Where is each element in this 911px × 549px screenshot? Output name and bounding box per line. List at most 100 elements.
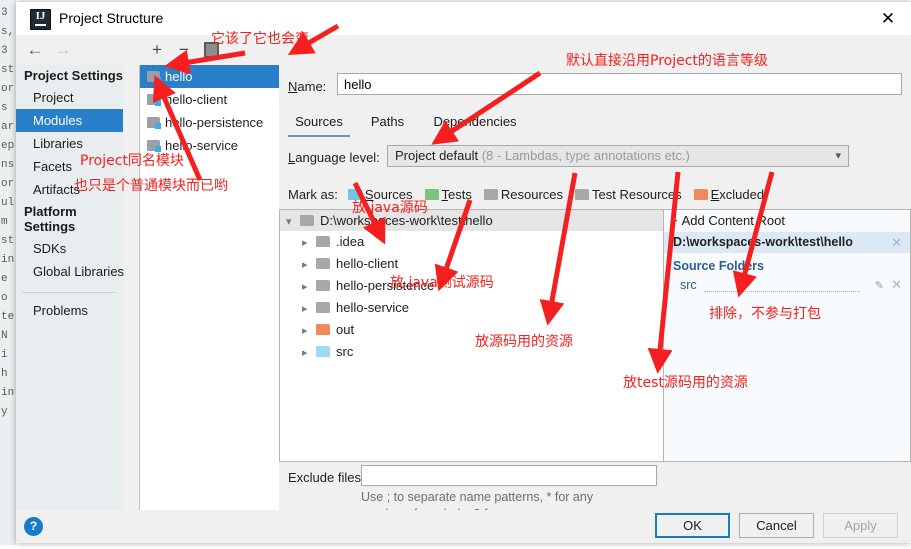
chevron-right-icon[interactable]: ▸ — [302, 298, 316, 320]
source-folder-row[interactable]: src ✎ ✕ — [664, 275, 910, 295]
section-header-project-settings: Project Settings — [24, 68, 123, 83]
tab-paths[interactable]: Paths — [365, 111, 410, 135]
intellij-idea-icon: IJ — [30, 9, 51, 30]
language-level-label: Language level: — [288, 150, 380, 165]
exclude-hint-line-1: Use ; to separate name patterns, * for a… — [361, 490, 594, 504]
module-icon — [147, 117, 161, 129]
chevron-right-icon[interactable]: ▸ — [302, 276, 316, 298]
annotation-source-resources: 放源码用的资源 — [475, 334, 573, 350]
source-folder-label: src — [680, 278, 697, 292]
section-header-platform-settings: Platform Settings — [24, 204, 77, 234]
tree-row-label: src — [336, 344, 354, 359]
tree-root-row[interactable]: ▾ D:\workspaces-work\test\hello — [280, 210, 663, 231]
mark-as-tests[interactable]: Tests — [424, 187, 472, 202]
tree-row-label: hello-service — [336, 300, 409, 315]
chevron-right-icon[interactable]: ▸ — [302, 254, 316, 276]
annotation-test-resources: 放test源码用的资源 — [623, 375, 748, 391]
exclude-files-input[interactable] — [361, 465, 657, 486]
modules-list[interactable]: hello hello-client hello-persistence hel… — [139, 65, 281, 511]
module-name-input[interactable]: hello — [337, 73, 902, 95]
help-icon[interactable]: ? — [24, 517, 43, 536]
annotation-excluded: 排除，不参与打包 — [709, 306, 821, 322]
remove-source-folder-icon[interactable]: ✕ — [891, 275, 902, 295]
annotation-name-changes: 它该了它也会变 — [211, 31, 309, 47]
exclude-files-label: Exclude files: — [288, 470, 365, 485]
content-root-tree[interactable]: ▾ D:\workspaces-work\test\hello ▸ .idea ▸ h… — [279, 209, 664, 462]
test-resources-folder-icon — [575, 189, 590, 200]
language-level-detail: (8 - Lambdas, type annotations etc.) — [481, 148, 690, 163]
module-icon — [147, 94, 161, 106]
language-level-dropdown[interactable]: Project default (8 - Lambdas, type annot… — [387, 145, 849, 167]
module-label: hello-persistence — [165, 115, 264, 130]
sidebar-item-modules[interactable]: Modules — [16, 109, 123, 132]
sidebar-item-global-libraries[interactable]: Global Libraries — [16, 260, 124, 283]
ok-button[interactable]: OK — [655, 513, 730, 538]
add-content-root-label: Add Content Root — [681, 213, 785, 228]
source-folders-heading: Source Folders — [673, 259, 764, 273]
chevron-right-icon[interactable]: ▸ — [302, 342, 316, 364]
module-item-hello-client[interactable]: hello-client — [140, 88, 280, 111]
add-module-icon[interactable]: + — [147, 40, 167, 60]
module-label: hello — [165, 69, 193, 84]
annotation-project-module-1: Project同名模块 — [80, 153, 184, 169]
chevron-down-icon: ▾ — [835, 150, 841, 162]
module-icon — [147, 71, 161, 83]
content-root-path-row[interactable]: D:\workspaces-work\test\hello ✕ — [664, 232, 910, 253]
folder-icon — [316, 236, 330, 247]
close-icon[interactable]: ✕ — [865, 2, 911, 35]
back-arrow-icon[interactable]: ← — [24, 39, 46, 61]
tree-row-label: hello-client — [336, 256, 399, 271]
sources-folder-icon — [316, 346, 330, 357]
dialog-titlebar: IJ Project Structure ✕ — [16, 2, 911, 36]
mark-as-test-resources[interactable]: Test Resources — [575, 187, 682, 202]
annotation-language-level: 默认直接沿用Project的语言等级 — [566, 53, 768, 69]
apply-button[interactable]: Apply — [823, 513, 898, 538]
module-item-hello[interactable]: hello — [140, 65, 280, 88]
add-content-root-button[interactable]: + Add Content Root — [664, 210, 910, 232]
tree-row[interactable]: ▸ .idea — [280, 231, 663, 253]
sidebar-item-problems[interactable]: Problems — [16, 299, 123, 322]
module-label: hello-client — [165, 92, 228, 107]
annotation-java-sources: 放.java源码 — [352, 200, 428, 216]
mark-as-excluded[interactable]: Excluded — [693, 187, 764, 202]
annotation-project-module-2: 也只是个普通模块而已哟 — [74, 178, 228, 194]
cancel-button[interactable]: Cancel — [739, 513, 814, 538]
sidebar-item-sdks[interactable]: SDKs — [16, 237, 123, 260]
tree-row-label: .idea — [336, 234, 365, 249]
mark-as-resources[interactable]: Resources — [483, 187, 563, 202]
remove-content-root-icon[interactable]: ✕ — [891, 232, 902, 253]
row-underline — [704, 291, 860, 292]
navigation-bar: ← → — [16, 35, 123, 65]
remove-module-icon[interactable]: − — [174, 40, 194, 60]
excluded-folder-icon — [693, 189, 708, 200]
sidebar-item-project[interactable]: Project — [16, 86, 123, 109]
sidebar-divider — [22, 292, 117, 293]
content-root-path: D:\workspaces-work\test\hello — [673, 235, 853, 249]
content-root-panel: + Add Content Root D:\workspaces-work\tes… — [664, 209, 911, 462]
chevron-right-icon[interactable]: ▸ — [302, 232, 316, 254]
forward-arrow-icon[interactable]: → — [52, 39, 74, 61]
chevron-right-icon[interactable]: ▸ — [302, 320, 316, 342]
name-label: Name: — [288, 79, 327, 94]
pencil-icon[interactable]: ✎ — [875, 276, 884, 296]
annotation-java-test-sources: 放.java测试源码 — [390, 275, 494, 291]
tree-row[interactable]: ▸ src — [280, 341, 663, 363]
tab-sources[interactable]: Sources — [288, 111, 350, 137]
excluded-folder-icon — [316, 324, 330, 335]
language-level-value: Project default — [395, 148, 479, 163]
tree-row[interactable]: ▸ hello-service — [280, 297, 663, 319]
folder-icon — [316, 302, 330, 313]
mark-as-label: Mark as: — [288, 187, 338, 202]
tree-row-label: out — [336, 322, 355, 337]
tab-dependencies[interactable]: Dependencies — [425, 111, 525, 135]
chevron-down-icon[interactable]: ▾ — [286, 212, 300, 233]
dialog-footer: ? OK Cancel Apply — [16, 510, 911, 543]
settings-navigation-panel: Project Settings Project Modules Librari… — [16, 65, 124, 510]
folder-icon — [300, 215, 314, 226]
folder-icon — [316, 258, 330, 269]
module-item-hello-persistence[interactable]: hello-persistence — [140, 111, 280, 134]
resources-folder-icon — [483, 189, 498, 200]
tree-row[interactable]: ▸ out — [280, 319, 663, 341]
folder-icon — [316, 280, 330, 291]
exclude-files-section: Exclude files: Use ; to separate name pa… — [279, 462, 911, 521]
